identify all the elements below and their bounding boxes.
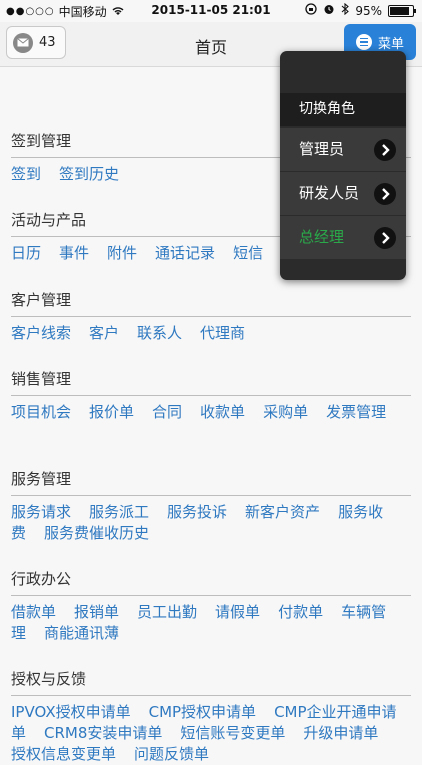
chevron-right-icon (374, 139, 396, 161)
section-admin: 行政办公 借款单 报销单 员工出勤 请假单 付款单 车辆管理 商能通讯薄 (11, 568, 411, 644)
status-icons: 95% (305, 2, 416, 18)
link-item[interactable]: 发票管理 (326, 403, 386, 421)
section-sales: 销售管理 项目机会 报价单 合同 收款单 采购单 发票管理 (11, 368, 411, 423)
link-item[interactable]: 日历 (11, 244, 41, 262)
section-links: 客户线索 客户 联系人 代理商 (11, 323, 411, 344)
link-item[interactable]: 商能通讯薄 (44, 624, 119, 642)
role-switch-popup: 切换角色 管理员 研发人员 总经理 (280, 51, 406, 280)
section-authorization: 授权与反馈 IPVOX授权申请单 CMP授权申请单 CMP企业开通申请单 CRM8安装… (11, 668, 411, 765)
role-item-gm[interactable]: 总经理 (280, 215, 406, 259)
link-item[interactable]: 代理商 (200, 324, 245, 342)
section-links: IPVOX授权申请单 CMP授权申请单 CMP企业开通申请单 CRM8安装申请单 短信账… (11, 702, 411, 765)
section-links: 服务请求 服务派工 服务投诉 新客户资产 服务收费 服务费催收历史 (11, 502, 411, 544)
link-item[interactable]: 报销单 (74, 603, 119, 621)
link-item[interactable]: 员工出勤 (137, 603, 197, 621)
link-item[interactable]: 短信 (233, 244, 263, 262)
link-item[interactable]: 报价单 (89, 403, 134, 421)
role-label: 总经理 (299, 228, 345, 246)
link-item[interactable]: 通话记录 (155, 244, 215, 262)
battery-icon (388, 4, 416, 17)
section-links: 借款单 报销单 员工出勤 请假单 付款单 车辆管理 商能通讯薄 (11, 602, 411, 644)
section-title: 行政办公 (11, 568, 411, 596)
section-title: 授权与反馈 (11, 668, 411, 696)
link-item[interactable]: 签到历史 (59, 165, 119, 183)
link-item[interactable]: CMP授权申请单 (149, 703, 256, 721)
popup-header: 切换角色 (280, 93, 406, 126)
role-label: 研发人员 (299, 184, 360, 202)
battery-percent: 95% (355, 3, 382, 18)
status-bar: ●●○○○ 中国移动 2015-11-05 21:01 95% (0, 0, 422, 22)
link-item[interactable]: 客户线索 (11, 324, 71, 342)
link-item[interactable]: CRM8安装申请单 (44, 724, 162, 742)
section-title: 服务管理 (11, 468, 411, 496)
link-item[interactable]: 问题反馈单 (134, 745, 209, 763)
bluetooth-icon (341, 2, 350, 18)
role-label: 管理员 (299, 140, 345, 158)
link-item[interactable]: 服务投诉 (167, 503, 227, 521)
section-title: 销售管理 (11, 368, 411, 396)
link-item[interactable]: 客户 (89, 324, 119, 342)
link-item[interactable]: 采购单 (263, 403, 308, 421)
link-item[interactable]: 借款单 (11, 603, 56, 621)
link-item[interactable]: 请假单 (215, 603, 260, 621)
link-item[interactable]: 收款单 (200, 403, 245, 421)
link-item[interactable]: 服务派工 (89, 503, 149, 521)
section-title: 客户管理 (11, 289, 411, 317)
link-item[interactable]: 服务费催收历史 (44, 524, 149, 542)
link-item[interactable]: 服务请求 (11, 503, 71, 521)
chevron-right-icon (374, 183, 396, 205)
section-links: 项目机会 报价单 合同 收款单 采购单 发票管理 (11, 402, 411, 423)
role-item-rd[interactable]: 研发人员 (280, 171, 406, 215)
link-item[interactable]: 签到 (11, 165, 41, 183)
link-item[interactable]: IPVOX授权申请单 (11, 703, 131, 721)
link-item[interactable]: 升级申请单 (303, 724, 378, 742)
link-item[interactable]: 授权信息变更单 (11, 745, 116, 763)
link-item[interactable]: 联系人 (137, 324, 182, 342)
link-item[interactable]: 新客户资产 (245, 503, 320, 521)
link-item[interactable]: 合同 (152, 403, 182, 421)
section-service: 服务管理 服务请求 服务派工 服务投诉 新客户资产 服务收费 服务费催收历史 (11, 468, 411, 544)
link-item[interactable]: 短信账号变更单 (180, 724, 285, 742)
rotation-lock-icon (305, 3, 317, 18)
menu-icon (355, 34, 372, 50)
link-item[interactable]: 附件 (107, 244, 137, 262)
role-item-admin[interactable]: 管理员 (280, 127, 406, 171)
section-customers: 客户管理 客户线索 客户 联系人 代理商 (11, 289, 411, 344)
link-item[interactable]: 项目机会 (11, 403, 71, 421)
chevron-right-icon (374, 227, 396, 249)
link-item[interactable]: 事件 (59, 244, 89, 262)
link-item[interactable]: 付款单 (278, 603, 323, 621)
alarm-icon (323, 3, 335, 18)
menu-label: 菜单 (377, 36, 404, 52)
